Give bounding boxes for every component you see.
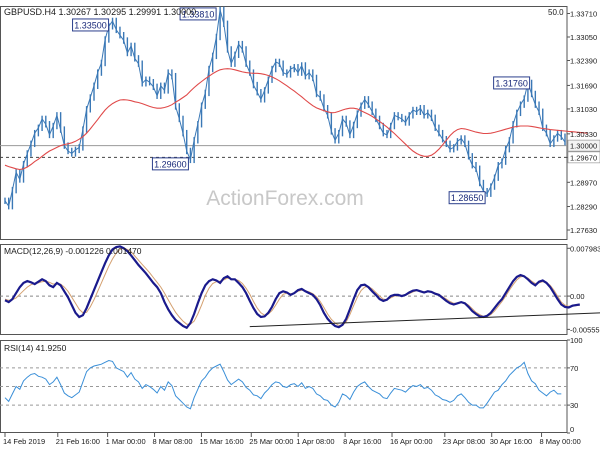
price-line [4,9,566,208]
rsi-title: RSI(14) 41.9250 [4,343,67,353]
rsi-y-tick-label: 30 [570,401,578,410]
price-series [4,6,566,210]
annotation-label: 1.28650 [451,193,484,203]
price-title: GBPUSD.H4 1.30267 1.30295 1.29991 1.3000… [4,7,196,17]
rsi-y-tick-label: 100 [570,336,583,345]
x-tick-label: 8 Mar 08:00 [153,437,193,446]
price-y-tick-label: 1.31690 [570,81,597,90]
x-tick-label: 8 Apr 16:00 [343,437,381,446]
x-tick-label: 14 Feb 2019 [3,437,45,446]
x-tick-label: 16 Apr 00:00 [390,437,433,446]
price-y-tick-label: 1.28290 [570,203,597,212]
price-y-tick-label: 1.28970 [570,178,597,187]
x-tick-label: 23 Apr 08:00 [443,437,486,446]
macd-signal-line [4,247,580,326]
macd-y-tick-label: 0.00 [570,292,585,301]
price-y-tick-label: 1.31030 [570,105,597,114]
x-tick-label: 1 Apr 08:00 [296,437,334,446]
reference-price-label: 1.29670 [570,153,597,162]
annotation-label: 1.33500 [74,20,107,30]
x-tick-label: 1 Mar 00:00 [106,437,146,446]
rsi-y-tick-label: 70 [570,364,578,373]
current-price-label: 1.30000 [570,142,597,151]
x-tick-label: 21 Feb 16:00 [56,437,100,446]
macd-panel-frame [0,244,568,335]
price-y-tick-label: 1.33710 [570,9,597,18]
x-tick-label: 25 Mar 00:00 [249,437,293,446]
price-y-tick-label: 1.33050 [570,33,597,42]
price-y-tick-label: 1.27630 [570,226,597,235]
gbpusd-chart: ActionForex.com 1.33500 1.33810 1.29600 1.28… [0,0,600,450]
macd-line [4,245,580,330]
macd-y-tick-label: 0.007983 [570,244,600,253]
chart-canvas: ActionForex.com1.335001.338101.296001.28… [0,6,600,446]
annotation-label: 1.31760 [495,78,528,88]
annotation-label: 1.29600 [154,159,187,169]
macd-trendline [249,312,600,328]
price-y-tick-label: 1.30330 [570,130,597,139]
x-tick-label: 15 Mar 16:00 [199,437,243,446]
x-tick-label: 30 Apr 16:00 [490,437,533,446]
macd-title: MACD(12,26,9) -0.001226 0.001470 [4,246,142,256]
rsi-y-tick-label: 0 [570,425,574,434]
corner-label: 50.0 [548,8,564,17]
price-y-tick-label: 1.32390 [570,56,597,65]
x-tick-label: 8 May 00:00 [540,437,581,446]
macd-y-tick-label: -0.005559 [570,325,600,334]
watermark: ActionForex.com [206,187,364,210]
